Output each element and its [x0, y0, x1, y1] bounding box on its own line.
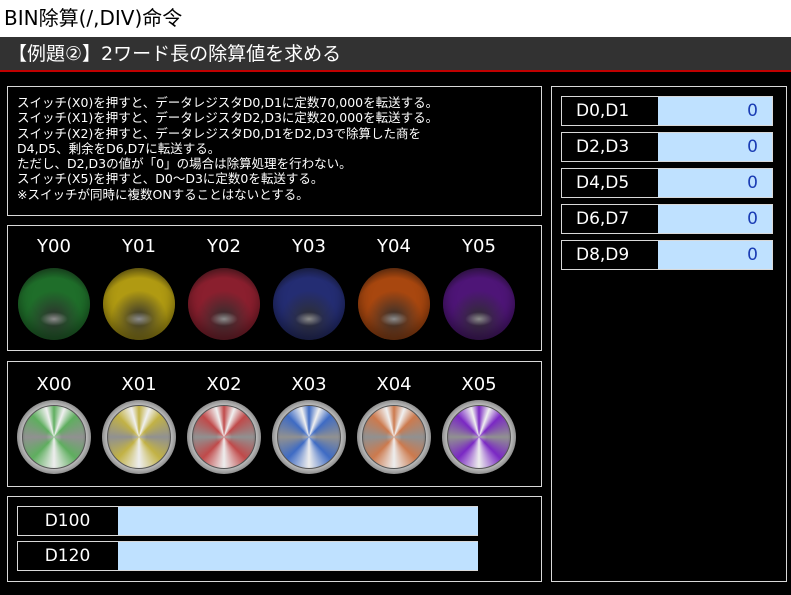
- data-register-panel: D0,D1 0 D2,D3 0 D4,D5 0 D6,D7 0 D8,D9 0: [551, 86, 787, 582]
- lamp-label: Y03: [292, 236, 326, 257]
- data-register-value: 0: [658, 241, 772, 269]
- description-line: D4,D5、剰余をD6,D7に転送する。: [17, 140, 221, 156]
- lamp-label: Y00: [37, 236, 71, 257]
- register-value: [118, 542, 478, 570]
- blue-lamp-icon: [273, 268, 345, 340]
- description-line: スイッチ(X5)を押すと、D0～D3に定数0を転送する。: [17, 171, 324, 187]
- switch-x05[interactable]: X05: [442, 374, 516, 474]
- data-register-name: D2,D3: [562, 133, 657, 161]
- register-d120: D120: [17, 541, 478, 571]
- green-switch-icon[interactable]: [17, 400, 91, 474]
- description-line: スイッチ(X0)を押すと、データレジスタD0,D1に定数70,000を転送する。: [17, 95, 439, 110]
- lamp-y02: Y02: [187, 236, 261, 340]
- switch-label: X01: [121, 374, 157, 395]
- lamp-label: Y02: [207, 236, 241, 257]
- switch-label: X03: [291, 374, 327, 395]
- lamp-label: Y01: [122, 236, 156, 257]
- switch-x03[interactable]: X03: [272, 374, 346, 474]
- description-line: ただし、D2,D3の値が「0」の場合は除算処理を行わない。: [17, 156, 352, 172]
- description-panel: スイッチ(X0)を押すと、データレジスタD0,D1に定数70,000を転送する。…: [7, 86, 542, 216]
- purple-switch-icon[interactable]: [442, 400, 516, 474]
- blue-switch-icon[interactable]: [272, 400, 346, 474]
- output-lamp-panel: Y00 Y01 Y02 Y03 Y04 Y05: [7, 225, 542, 351]
- lamp-y05: Y05: [442, 236, 516, 340]
- data-register-value: 0: [658, 205, 772, 233]
- register-panel: D100 D120: [7, 496, 542, 582]
- lamp-label: Y04: [377, 236, 411, 257]
- data-register-d6-d7: D6,D7 0: [561, 204, 773, 234]
- switch-x04[interactable]: X04: [357, 374, 431, 474]
- register-value: [118, 507, 478, 535]
- data-register-value: 0: [658, 133, 772, 161]
- register-name: D120: [18, 542, 117, 570]
- register-d100: D100: [17, 506, 478, 536]
- description-line: ※スイッチが同時に複数ONすることはないとする。: [17, 186, 309, 202]
- switch-label: X02: [206, 374, 242, 395]
- lamp-label: Y05: [462, 236, 496, 257]
- lamp-y03: Y03: [272, 236, 346, 340]
- switch-x00[interactable]: X00: [17, 374, 91, 474]
- data-register-d8-d9: D8,D9 0: [561, 240, 773, 270]
- register-name: D100: [18, 507, 117, 535]
- switch-x01[interactable]: X01: [102, 374, 176, 474]
- input-switch-panel: X00 X01 X02 X03 X04 X05: [7, 361, 542, 487]
- data-register-name: D0,D1: [562, 97, 657, 125]
- data-register-d0-d1: D0,D1 0: [561, 96, 773, 126]
- red-lamp-icon: [188, 268, 260, 340]
- orange-lamp-icon: [358, 268, 430, 340]
- data-register-d4-d5: D4,D5 0: [561, 168, 773, 198]
- exercise-title: 【例題②】2ワード長の除算値を求める: [0, 37, 791, 72]
- lamp-y01: Y01: [102, 236, 176, 340]
- data-register-d2-d3: D2,D3 0: [561, 132, 773, 162]
- data-register-name: D6,D7: [562, 205, 657, 233]
- green-lamp-icon: [18, 268, 90, 340]
- data-register-name: D4,D5: [562, 169, 657, 197]
- yellow-lamp-icon: [103, 268, 175, 340]
- purple-lamp-icon: [443, 268, 515, 340]
- switch-label: X04: [376, 374, 412, 395]
- switch-x02[interactable]: X02: [187, 374, 261, 474]
- lamp-y04: Y04: [357, 236, 431, 340]
- window-title: BIN除算(/,DIV)命令: [0, 0, 791, 37]
- lamp-y00: Y00: [17, 236, 91, 340]
- description-line: スイッチ(X2)を押すと、データレジスタD0,D1をD2,D3で除算した商を: [17, 125, 422, 141]
- switch-label: X05: [461, 374, 497, 395]
- description-line: スイッチ(X1)を押すと、データレジスタD2,D3に定数20,000を転送する。: [17, 110, 439, 126]
- red-switch-icon[interactable]: [187, 400, 261, 474]
- data-register-name: D8,D9: [562, 241, 657, 269]
- orange-switch-icon[interactable]: [357, 400, 431, 474]
- switch-label: X00: [36, 374, 72, 395]
- data-register-value: 0: [658, 169, 772, 197]
- yellow-switch-icon[interactable]: [102, 400, 176, 474]
- data-register-value: 0: [658, 97, 772, 125]
